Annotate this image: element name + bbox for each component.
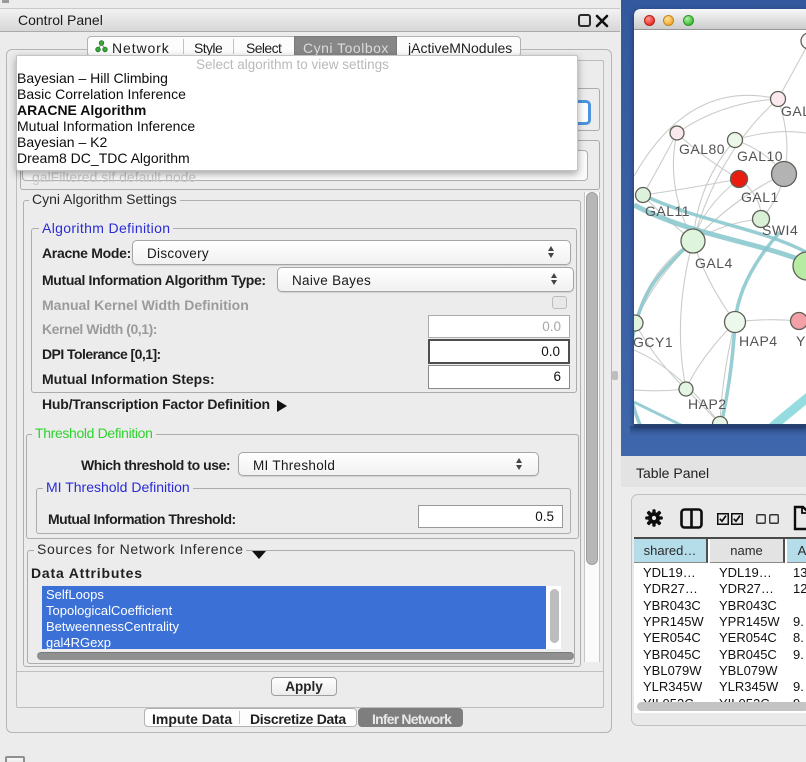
svg-text:GCY1: GCY1 — [634, 334, 673, 350]
svg-text:HAP2: HAP2 — [688, 396, 727, 412]
svg-text:GAL4: GAL4 — [695, 255, 733, 271]
svg-text:Y: Y — [796, 333, 806, 349]
svg-text:GAL11: GAL11 — [645, 203, 690, 219]
svg-text:SWI4: SWI4 — [762, 222, 798, 238]
svg-text:GAL1: GAL1 — [741, 189, 779, 205]
svg-text:GAL80: GAL80 — [679, 141, 725, 157]
svg-text:HAP4: HAP4 — [739, 333, 778, 349]
svg-text:GAL2: GAL2 — [781, 103, 806, 119]
svg-text:GAL10: GAL10 — [737, 148, 783, 164]
